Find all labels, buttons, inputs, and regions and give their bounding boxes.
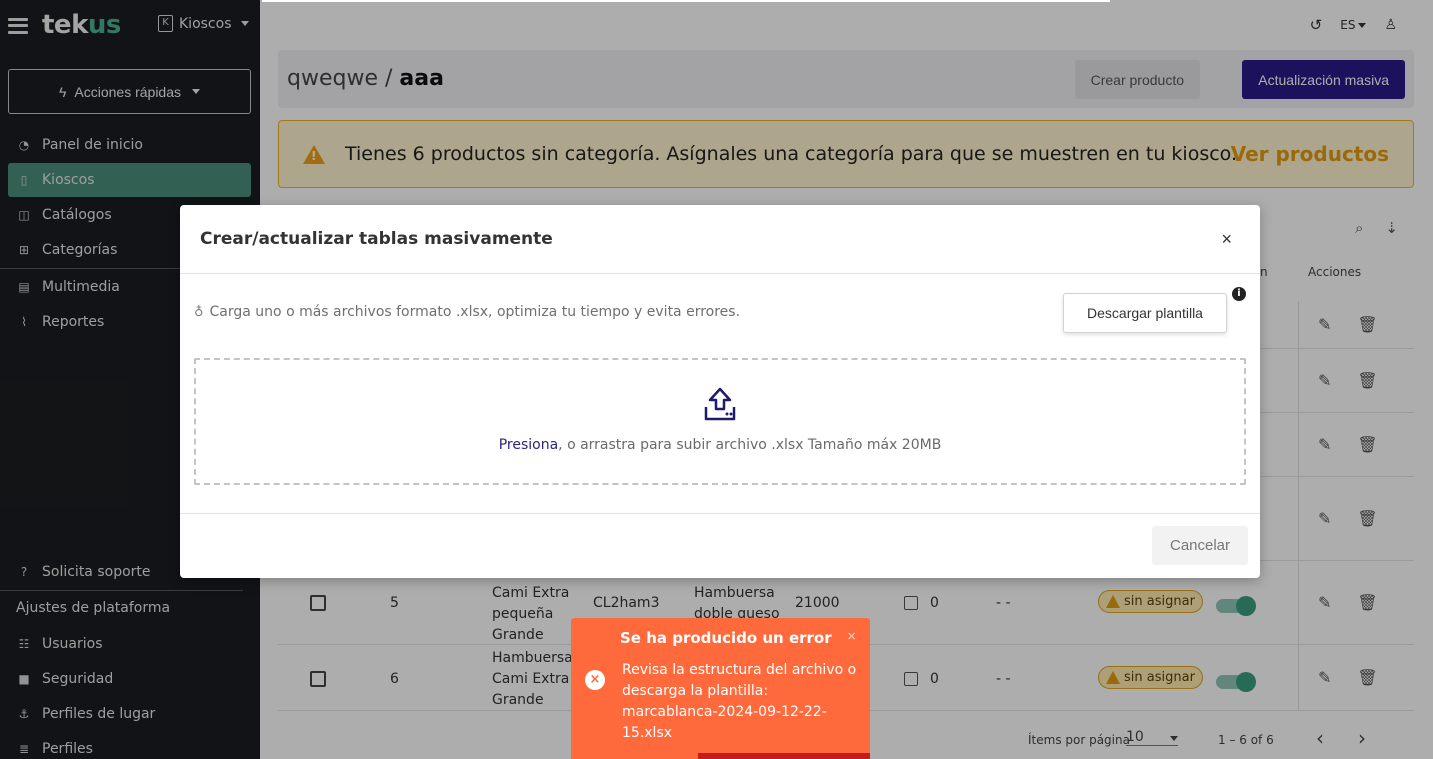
bulk-upload-modal: Crear/actualizar tablas masivamente × ♁ …: [180, 205, 1260, 578]
error-icon: ×: [585, 670, 605, 690]
dropzone-text: Presiona, o arrastra para subir archivo …: [498, 437, 942, 453]
file-dropzone[interactable]: Presiona, o arrastra para subir archivo …: [194, 358, 1246, 485]
toast-title: Se ha producido un error: [620, 629, 832, 647]
modal-title: Crear/actualizar tablas masivamente: [200, 229, 553, 249]
toast-progress-bar: [698, 753, 870, 759]
info-icon[interactable]: i: [1232, 287, 1246, 301]
close-icon[interactable]: ×: [1221, 229, 1232, 250]
upload-hint: ♁ Carga uno o más archivos formato .xlsx…: [194, 304, 741, 320]
upload-icon: [704, 387, 736, 421]
download-template-button[interactable]: Descargar plantilla: [1063, 293, 1227, 333]
browse-link[interactable]: Presiona: [499, 437, 558, 453]
top-highlight-line: [262, 0, 1110, 2]
modal-divider: [180, 273, 1260, 274]
error-toast: Se ha producido un error × × Revisa la e…: [571, 618, 870, 759]
close-icon[interactable]: ×: [847, 628, 856, 645]
toast-message: Revisa la estructura del archivo o desca…: [622, 662, 857, 741]
cancel-button[interactable]: Cancelar: [1152, 526, 1248, 565]
lightbulb-icon: ♁: [194, 304, 204, 320]
modal-divider: [180, 513, 1260, 514]
